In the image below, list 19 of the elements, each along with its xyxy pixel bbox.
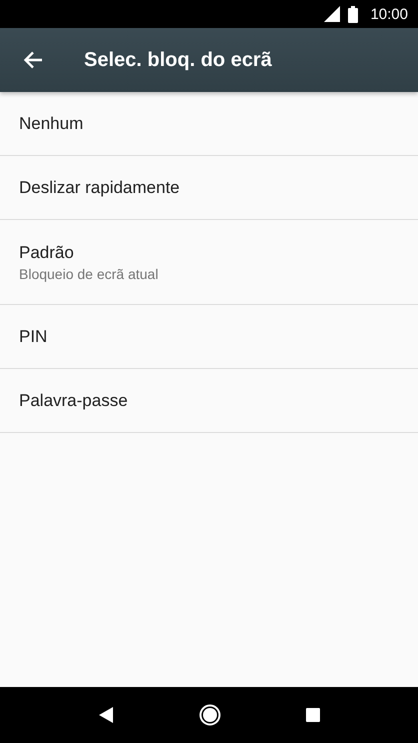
battery-icon (348, 6, 358, 22)
option-title: Palavra-passe (19, 390, 129, 410)
back-arrow-icon[interactable] (23, 50, 43, 70)
lock-option[interactable]: Palavra-passe (0, 369, 418, 433)
signal-icon (324, 6, 340, 22)
option-title: PIN (19, 326, 48, 346)
lock-option[interactable]: PIN (0, 305, 418, 369)
overview-icon[interactable] (306, 708, 320, 722)
option-title: Deslizar rapidamente (19, 178, 181, 198)
home-icon[interactable] (198, 704, 221, 726)
screen-title: Selec. bloq. do ecrã (84, 48, 272, 72)
back-icon[interactable] (98, 707, 114, 723)
lock-option[interactable]: Deslizar rapidamente (0, 156, 418, 220)
status-time: 10:00 (370, 6, 408, 22)
option-title: Padrão (19, 242, 75, 262)
lock-option[interactable]: Padrão Bloqueio de ecrã atual (0, 220, 418, 305)
option-subtitle: Bloqueio de ecrã atual (19, 266, 160, 282)
lock-option[interactable]: Nenhum (0, 92, 418, 156)
option-title: Nenhum (19, 114, 84, 134)
